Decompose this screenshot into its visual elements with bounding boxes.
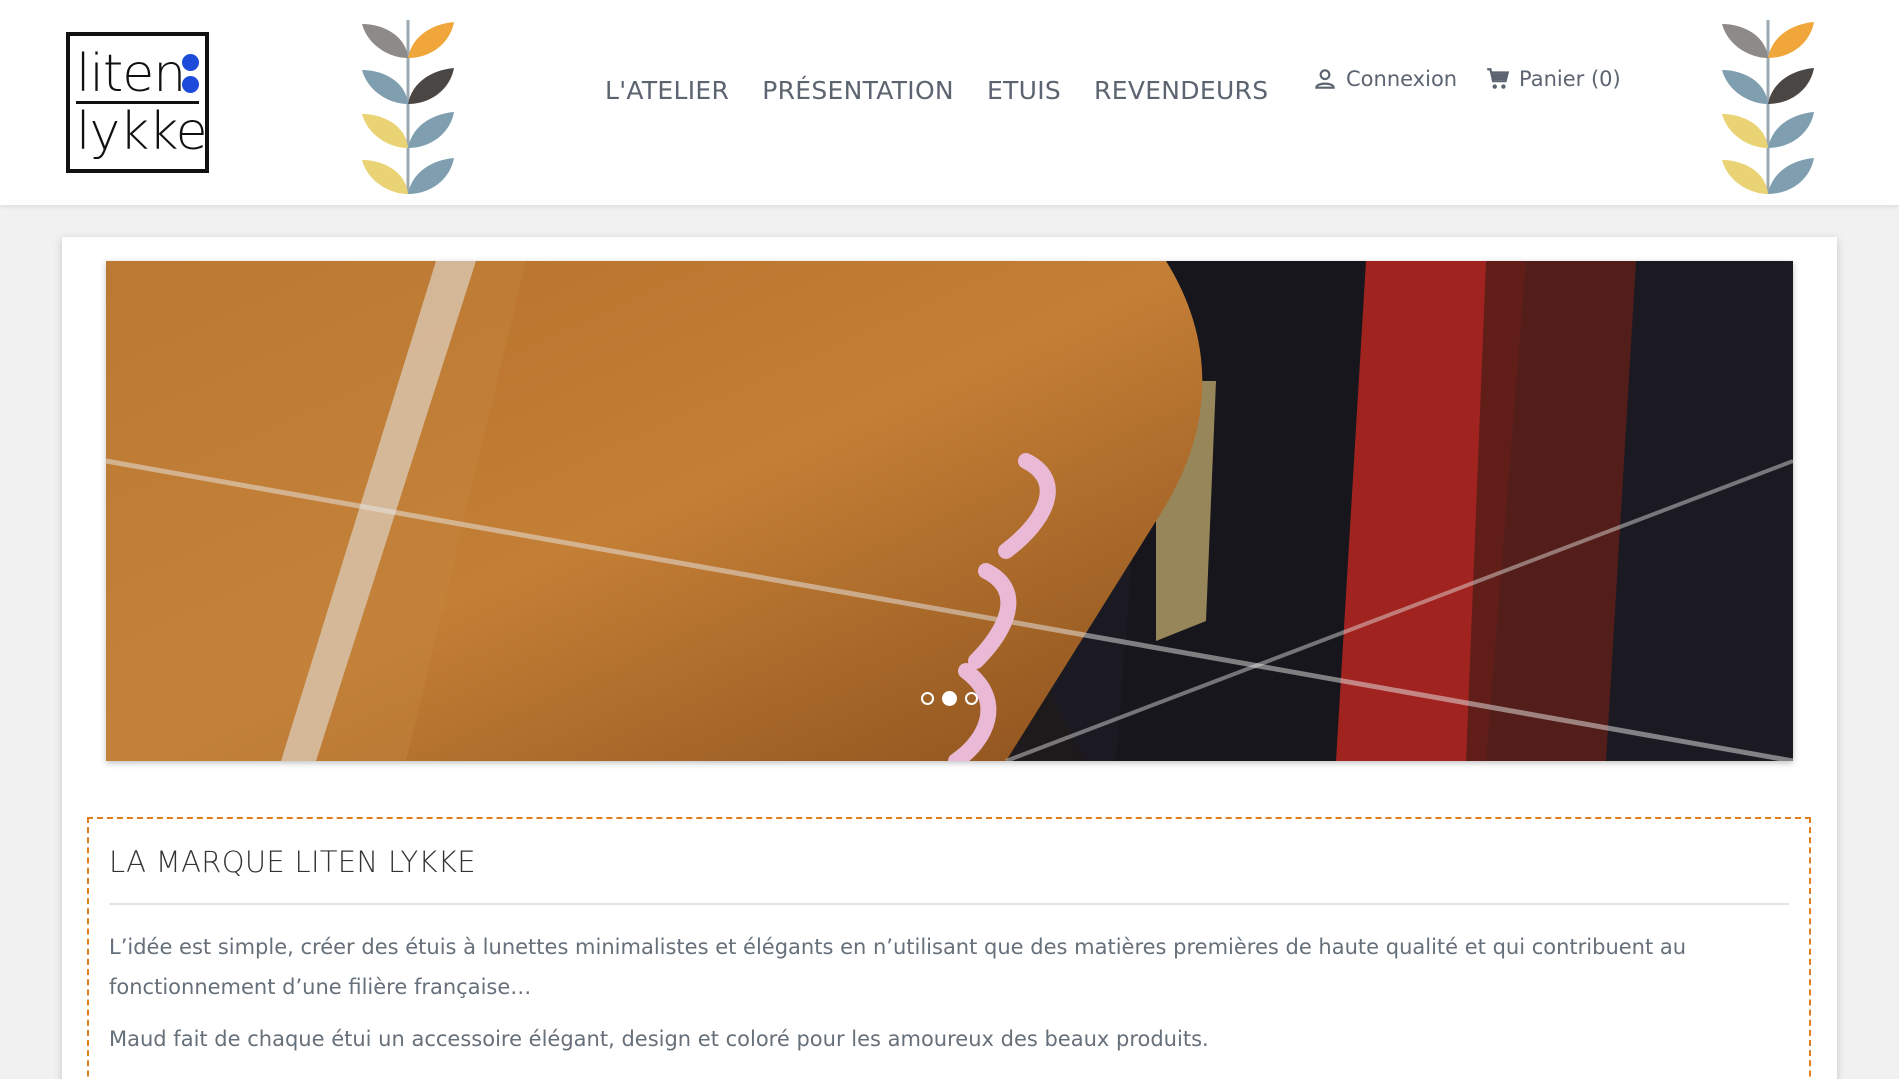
slider-dot-active[interactable] bbox=[942, 691, 957, 706]
leaf-branch-icon bbox=[362, 20, 454, 194]
logo-dot bbox=[182, 76, 199, 93]
main-nav: L'ATELIER PRÉSENTATION ETUIS REVENDEURS bbox=[605, 76, 1268, 105]
site-logo[interactable]: liten lykke bbox=[66, 32, 209, 173]
account-label: Connexion bbox=[1346, 67, 1458, 91]
cart-label: Panier (0) bbox=[1519, 67, 1621, 91]
brand-title: LA MARQUE LITEN LYKKE bbox=[109, 845, 476, 879]
brand-paragraph: Maud fait de chaque étui un accessoire é… bbox=[109, 1027, 1209, 1051]
site-header: liten lykke L'ATELIER PRÉSENTATION ETUIS… bbox=[0, 0, 1899, 205]
nav-item-presentation[interactable]: PRÉSENTATION bbox=[762, 76, 954, 105]
brand-paragraph: L’idée est simple, créer des étuis à lun… bbox=[109, 935, 1687, 999]
slider-dot[interactable] bbox=[965, 692, 978, 705]
main-content: LA MARQUE LITEN LYKKE L’idée est simple,… bbox=[62, 237, 1837, 1079]
cart-link[interactable]: Panier (0) bbox=[1485, 66, 1621, 92]
nav-item-atelier[interactable]: L'ATELIER bbox=[605, 76, 729, 105]
slider-dots bbox=[106, 691, 1793, 706]
slider-dot[interactable] bbox=[921, 692, 934, 705]
brand-section: LA MARQUE LITEN LYKKE L’idée est simple,… bbox=[87, 817, 1811, 1079]
cart-icon bbox=[1487, 68, 1510, 89]
nav-item-etuis[interactable]: ETUIS bbox=[987, 76, 1061, 105]
divider bbox=[109, 903, 1789, 905]
image-slider[interactable] bbox=[106, 261, 1793, 761]
logo-word-lykke: lykke bbox=[76, 102, 208, 162]
slide-image bbox=[106, 261, 1793, 761]
user-icon bbox=[1315, 69, 1335, 89]
leaf-branch-icon bbox=[1722, 20, 1814, 194]
logo-word-liten: liten bbox=[76, 44, 186, 104]
nav-item-revendeurs[interactable]: REVENDEURS bbox=[1094, 76, 1268, 105]
account-link[interactable]: Connexion bbox=[1312, 66, 1457, 92]
logo-dot bbox=[182, 54, 199, 71]
